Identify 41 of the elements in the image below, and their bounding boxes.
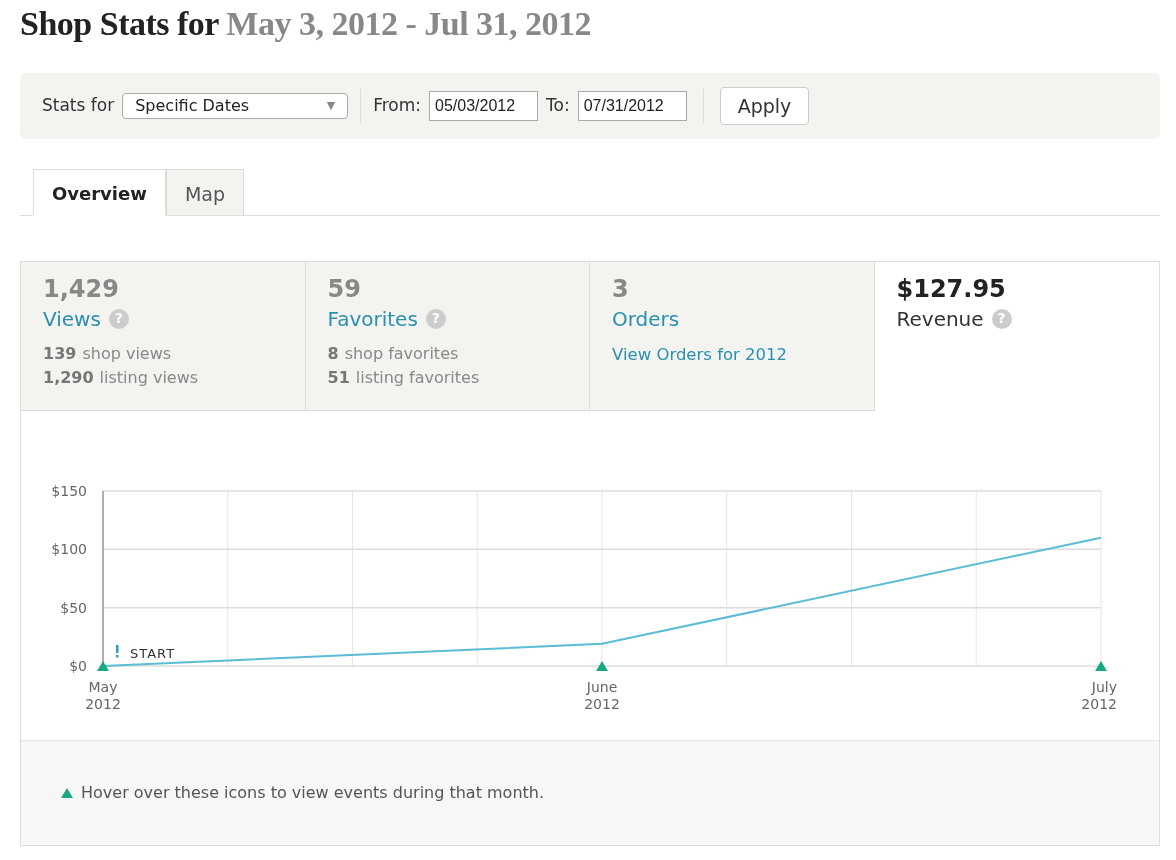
stat-label[interactable]: Views: [43, 303, 101, 334]
stat-value: 3: [612, 273, 630, 304]
to-date-field[interactable]: 07/31/2012: [577, 90, 687, 121]
stat-label[interactable]: Revenue: [896, 303, 984, 334]
event-marker-icon: [596, 660, 608, 671]
x-tick-label: June 2012: [584, 678, 620, 712]
from-label: From:: [373, 94, 422, 118]
x-tick-label: May 2012: [85, 678, 121, 712]
stat-card[interactable]: 1,429 Views ? 139 shop views 1,290 listing views: [21, 261, 306, 411]
stat-card[interactable]: 59 Favorites ? 8 shop favorites 51 listing favorites: [305, 261, 590, 411]
stat-card[interactable]: 3 Orders View Orders for 2012: [590, 261, 875, 411]
date-range-select[interactable]: Specific Dates ▼: [122, 92, 349, 119]
page-title: Shop Stats for May 3, 2012 - Jul 31, 2012: [20, 4, 593, 44]
y-tick-label: $100: [51, 541, 87, 558]
stat-value: $127.95: [896, 273, 1007, 304]
event-marker-icon: [61, 787, 73, 798]
annotation-label: START: [130, 645, 176, 661]
stat-detail: 1,290 listing views: [43, 366, 200, 389]
tab[interactable]: Overview: [33, 168, 166, 216]
y-tick-label: $50: [60, 599, 87, 616]
stat-detail: 51 listing favorites: [327, 366, 481, 389]
event-marker-icon: [97, 660, 109, 671]
apply-button[interactable]: Apply: [719, 86, 810, 126]
tab[interactable]: Map: [165, 168, 244, 216]
stat-value: 1,429: [43, 273, 120, 304]
y-tick-label: $0: [69, 657, 87, 674]
caret-icon: ▼: [326, 97, 336, 115]
orders-link[interactable]: View Orders for 2012: [612, 344, 788, 364]
x-tick-label: July 2012: [1081, 678, 1117, 712]
alert-icon: [116, 644, 119, 658]
from-date-field[interactable]: 05/03/2012: [429, 90, 539, 121]
stat-label[interactable]: Favorites: [327, 303, 418, 334]
event-marker-icon: [1095, 660, 1107, 671]
stat-value: 59: [327, 273, 362, 304]
legend-text: Hover over these icons to view events during that month.: [81, 781, 545, 804]
stat-detail: 139 shop views: [43, 342, 173, 365]
stat-detail: 8 shop favorites: [327, 342, 460, 365]
to-label: To:: [546, 94, 570, 118]
y-tick-label: $150: [51, 482, 87, 499]
stats-for-label: Stats for: [42, 94, 115, 118]
stat-label[interactable]: Orders: [612, 303, 680, 334]
